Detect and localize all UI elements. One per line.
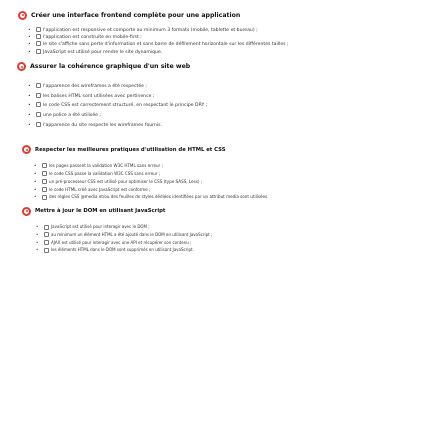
section-heading: Mettre à jour le DOM en utilisant JavaSc… — [22, 205, 416, 217]
target-icon — [22, 145, 31, 155]
list-item-text: JavaScript est utilisé pour rendre le si… — [43, 49, 163, 55]
checkbox-icon — [44, 247, 49, 253]
list-item-text: l'apparence des wireframes a été respect… — [43, 83, 147, 89]
list-item: AJAX est utilisé pour interagir avec une… — [36, 239, 374, 247]
checkbox-icon — [42, 171, 47, 177]
list-item: un pré-processeur CSS est utilisé pour o… — [34, 178, 362, 186]
section-title: Respecter les meilleures pratiques d'uti… — [35, 146, 226, 153]
list-item-text: le code HTML créé avec JavaScript est co… — [49, 186, 151, 192]
list-item-text: l'application est construite en mobile-f… — [43, 35, 142, 41]
list-item-text: les pages passent la validation W3C HTML… — [49, 162, 163, 168]
document-page: Créer une interface frontend complète po… — [0, 0, 426, 434]
list-item: JavaScript est utilisé pour interagir av… — [36, 223, 374, 231]
list-item: le site s'affiche sans perte d'informati… — [28, 41, 408, 49]
list-item-text: une police a été utilisée ; — [43, 113, 101, 119]
list-item-text: au minimum un élément HTML a été ajouté … — [51, 231, 213, 237]
list-item: l'application est responsive et comporte… — [28, 27, 408, 34]
list-item: l'apparence des wireframes a été respect… — [28, 82, 366, 92]
target-icon — [18, 10, 27, 20]
list-item: au minimum un élément HTML a été ajouté … — [36, 231, 374, 239]
checkbox-icon — [36, 112, 41, 118]
criteria-list: les pages passent la validation W3C HTML… — [34, 162, 362, 202]
checkbox-icon — [42, 163, 47, 169]
list-item: JavaScript est utilisé pour rendre le si… — [28, 48, 408, 56]
section-dom-javascript: Mettre à jour le DOM en utilisant JavaSc… — [22, 205, 416, 253]
list-item-text: les balises HTML sont utilisées avec per… — [43, 93, 155, 99]
checkbox-icon — [42, 179, 47, 185]
list-item-text: le code CSS passe la validation W3C CSS … — [49, 170, 161, 176]
checkbox-icon — [36, 48, 41, 54]
checkbox-icon — [36, 41, 41, 47]
checkbox-icon — [36, 92, 41, 98]
criteria-list: l'apparence des wireframes a été respect… — [28, 82, 366, 131]
list-item-text: le site s'affiche sans perte d'informati… — [43, 42, 289, 48]
section-heading: Créer une interface frontend complète po… — [18, 8, 416, 22]
list-item-text: JavaScript est utilisé pour interagir av… — [51, 224, 150, 230]
list-item-text: le code CSS est correctement structuré, … — [43, 103, 208, 109]
list-item: l'apparence du site respecte les wirefra… — [28, 121, 366, 131]
checkbox-icon — [36, 102, 41, 108]
list-item-text: un pré-processeur CSS est utilisé pour o… — [49, 178, 203, 184]
list-item: les éléments HTML dans le DOM sont suppr… — [36, 246, 374, 254]
checkbox-icon — [36, 27, 41, 32]
section-graphic-consistency: Assurer la cohérence graphique d'un site… — [17, 60, 416, 131]
list-item-text: les éléments HTML dans le DOM sont suppr… — [51, 247, 194, 253]
section-heading: Respecter les meilleures pratiques d'uti… — [22, 144, 416, 156]
list-item: le code HTML créé avec JavaScript est co… — [34, 186, 362, 194]
checkbox-icon — [36, 34, 41, 40]
list-item: l'application est construite en mobile-f… — [28, 34, 408, 42]
list-item: les balises HTML sont utilisées avec per… — [28, 92, 366, 102]
section-title: Créer une interface frontend complète po… — [31, 11, 241, 19]
target-icon — [17, 62, 26, 72]
list-item-text: l'apparence du site respecte les wirefra… — [43, 123, 163, 128]
section-heading: Assurer la cohérence graphique d'un site… — [17, 60, 416, 74]
list-item: le code CSS passe la validation W3C CSS … — [34, 170, 362, 178]
section-title: Mettre à jour le DOM en utilisant JavaSc… — [35, 208, 166, 215]
list-item: des règles CSS @media et/ou des feuilles… — [34, 193, 362, 201]
checkbox-icon — [44, 240, 49, 246]
target-icon — [22, 206, 31, 216]
list-item: les pages passent la validation W3C HTML… — [34, 162, 362, 170]
section-title: Assurer la cohérence graphique d'un site… — [30, 63, 191, 71]
list-item: le code CSS est correctement structuré, … — [28, 101, 366, 111]
checkbox-icon — [44, 232, 49, 238]
checkbox-icon — [42, 194, 47, 200]
checkbox-icon — [36, 122, 41, 127]
list-item-text: des règles CSS @media et/ou des feuilles… — [49, 194, 269, 200]
list-item-text: AJAX est utilisé pour interagir avec une… — [51, 239, 192, 245]
list-item-text: l'application est responsive et comporte… — [43, 28, 258, 33]
checkbox-icon — [36, 82, 41, 88]
checkbox-icon — [42, 187, 47, 193]
checkbox-icon — [44, 224, 49, 230]
section-frontend-interface: Créer une interface frontend complète po… — [18, 8, 416, 56]
list-item: une police a été utilisée ; — [28, 111, 366, 121]
criteria-list: l'application est responsive et comporte… — [28, 27, 408, 56]
section-html-css-best-practices: Respecter les meilleures pratiques d'uti… — [22, 144, 416, 202]
criteria-list: JavaScript est utilisé pour interagir av… — [36, 223, 374, 254]
